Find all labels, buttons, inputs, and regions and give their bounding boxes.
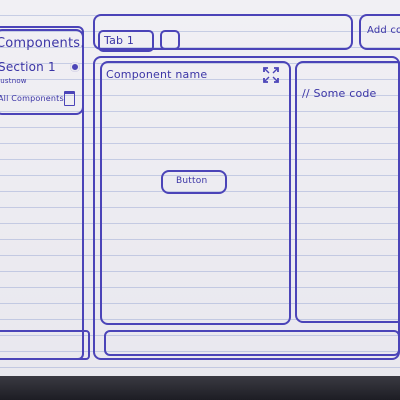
sidebar-item-all-components[interactable]: All Components bbox=[0, 94, 64, 103]
footer-bar bbox=[104, 330, 400, 356]
sidebar-title: Components. bbox=[0, 36, 85, 51]
sidebar-footer bbox=[0, 330, 90, 360]
sidebar-item-section-1[interactable]: Section 1 bbox=[0, 60, 56, 74]
trash-icon[interactable] bbox=[64, 91, 75, 106]
code-text: // Some code bbox=[302, 87, 377, 100]
settings-icon[interactable] bbox=[70, 62, 80, 72]
desk-surface bbox=[0, 376, 400, 400]
expand-icon[interactable] bbox=[263, 67, 279, 83]
section-timestamp: Justnow bbox=[0, 77, 27, 85]
component-name-label: Component name bbox=[106, 68, 208, 81]
code-editor-pane[interactable] bbox=[295, 61, 400, 323]
preview-button-label: Button bbox=[176, 176, 208, 186]
tab-1-label: Tab 1 bbox=[104, 34, 135, 47]
new-tab-button[interactable] bbox=[160, 30, 180, 50]
add-component-label: Add co bbox=[367, 25, 400, 36]
